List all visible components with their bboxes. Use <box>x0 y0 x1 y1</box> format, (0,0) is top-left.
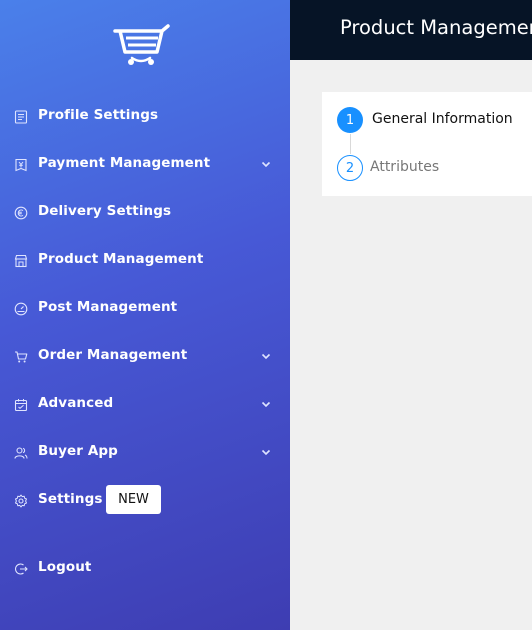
main-content: 1 General Information 2 Attributes <box>290 60 532 630</box>
calendar-check-icon <box>13 397 28 412</box>
chevron-down-icon[interactable] <box>260 398 272 410</box>
steps-card: 1 General Information 2 Attributes <box>322 92 532 196</box>
new-badge: NEW <box>106 485 161 514</box>
chevron-down-icon[interactable] <box>260 158 272 170</box>
gear-icon <box>13 493 28 508</box>
sidebar-item-label: Delivery Settings <box>38 203 172 219</box>
sidebar-item-post-management[interactable]: Post Management <box>0 288 290 328</box>
sidebar-item-label: Payment Management <box>38 155 211 171</box>
step-label: Attributes <box>370 159 440 175</box>
step-number: 1 <box>337 107 363 133</box>
logout-icon <box>13 561 28 576</box>
sidebar: Profile Settings Payment Management Deli… <box>0 0 290 630</box>
sidebar-item-label: Product Management <box>38 251 204 267</box>
sidebar-item-advanced[interactable]: Advanced <box>0 384 290 424</box>
sidebar-item-label: Buyer App <box>38 443 118 459</box>
sidebar-item-order-management[interactable]: Order Management <box>0 336 290 376</box>
cart-icon <box>13 349 28 364</box>
sidebar-item-label: Settings <box>38 491 103 507</box>
chevron-down-icon[interactable] <box>260 446 272 458</box>
sidebar-item-buyer-app[interactable]: Buyer App <box>0 432 290 472</box>
top-header: Product Management <box>290 0 532 60</box>
chevron-down-icon[interactable] <box>260 350 272 362</box>
sidebar-item-product-management[interactable]: Product Management <box>0 240 290 280</box>
shopping-cart-logo-icon[interactable] <box>112 22 172 68</box>
sidebar-item-settings[interactable]: Settings NEW <box>0 480 290 520</box>
step-attributes[interactable]: 2 Attributes <box>322 140 532 181</box>
sidebar-item-label: Order Management <box>38 347 188 363</box>
step-general-information[interactable]: 1 General Information <box>322 92 532 133</box>
sidebar-item-delivery-settings[interactable]: Delivery Settings <box>0 192 290 232</box>
sidebar-item-logout[interactable]: Logout <box>0 548 290 588</box>
sidebar-item-label: Profile Settings <box>38 107 159 123</box>
euro-circle-icon <box>13 205 28 220</box>
dashboard-gauge-icon <box>13 301 28 316</box>
sidebar-item-label: Post Management <box>38 299 178 315</box>
sidebar-item-label: Advanced <box>38 395 114 411</box>
storefront-icon <box>13 253 28 268</box>
users-icon <box>13 445 28 460</box>
sidebar-item-profile-settings[interactable]: Profile Settings <box>0 96 290 136</box>
step-label: General Information <box>372 111 513 127</box>
step-number: 2 <box>337 155 363 181</box>
payment-yen-icon <box>13 157 28 172</box>
page-title: Product Management <box>340 16 532 39</box>
sidebar-item-payment-management[interactable]: Payment Management <box>0 144 290 184</box>
profile-list-icon <box>13 109 28 124</box>
sidebar-item-label: Logout <box>38 559 92 575</box>
